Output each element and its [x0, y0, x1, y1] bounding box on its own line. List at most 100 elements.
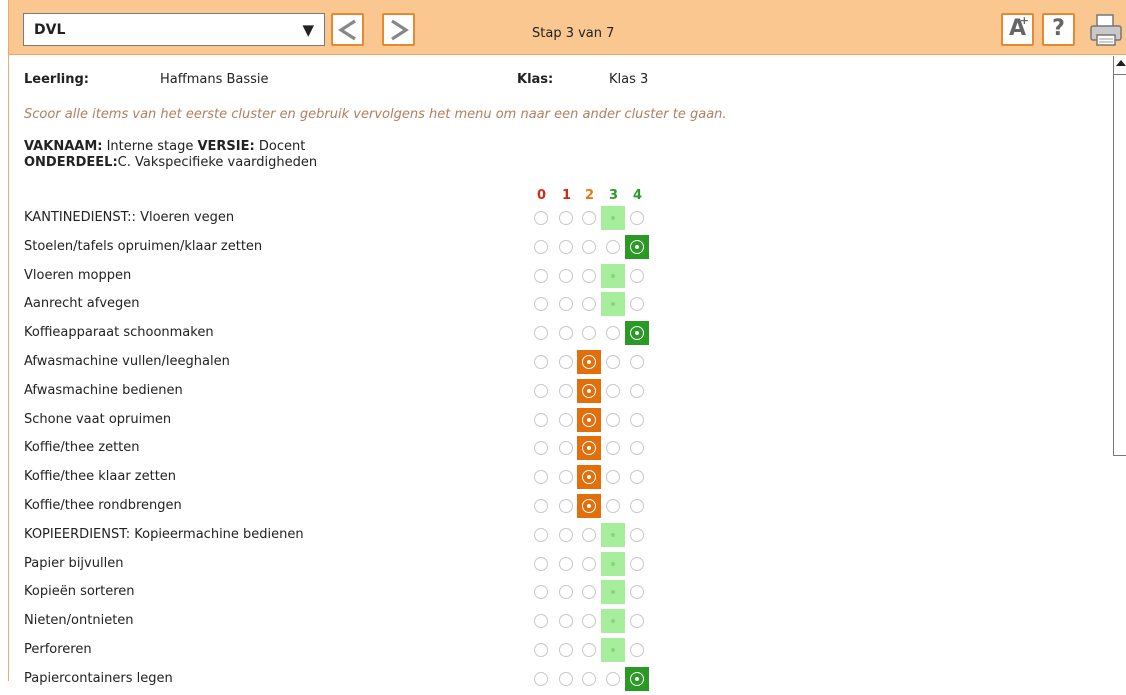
- score-option-1[interactable]: [554, 580, 578, 604]
- radio-button[interactable]: [606, 470, 620, 485]
- radio-button[interactable]: [606, 355, 620, 369]
- radio-button[interactable]: [559, 211, 573, 225]
- score-option-1[interactable]: [554, 609, 578, 633]
- radio-button[interactable]: [630, 556, 644, 571]
- score-option-1[interactable]: [554, 235, 578, 259]
- score-option-3[interactable]: [601, 436, 625, 460]
- score-option-2[interactable]: [577, 552, 601, 576]
- radio-button[interactable]: [534, 441, 548, 456]
- radio-button[interactable]: [582, 326, 596, 341]
- radio-button[interactable]: [606, 671, 620, 686]
- score-option-4[interactable]: [625, 523, 649, 547]
- score-option-1[interactable]: [554, 523, 578, 547]
- radio-button[interactable]: [630, 441, 644, 456]
- radio-button[interactable]: [534, 585, 548, 600]
- radio-button[interactable]: [582, 470, 596, 485]
- score-option-4[interactable]: [625, 465, 649, 489]
- score-option-4[interactable]: [625, 234, 649, 259]
- next-button[interactable]: [382, 13, 415, 46]
- score-option-4[interactable]: [625, 408, 649, 432]
- score-option-3[interactable]: [601, 494, 625, 518]
- score-option-0[interactable]: [529, 436, 553, 460]
- radio-button[interactable]: [606, 499, 620, 513]
- radio-button[interactable]: [582, 355, 596, 369]
- score-option-4[interactable]: [625, 379, 649, 403]
- radio-button[interactable]: [630, 326, 644, 341]
- score-option-1[interactable]: [554, 638, 578, 662]
- score-option-2[interactable]: [577, 206, 601, 230]
- score-option-1[interactable]: [554, 465, 578, 489]
- radio-button[interactable]: [630, 643, 644, 657]
- score-option-0[interactable]: [529, 465, 553, 489]
- score-option-0[interactable]: [529, 580, 553, 604]
- print-button[interactable]: [1088, 13, 1126, 49]
- score-option-0[interactable]: [529, 206, 553, 230]
- score-option-3[interactable]: [601, 292, 625, 317]
- score-option-2[interactable]: [577, 235, 601, 259]
- radio-button[interactable]: [559, 671, 573, 686]
- score-option-3[interactable]: [601, 379, 625, 403]
- radio-button[interactable]: [630, 383, 644, 398]
- radio-button[interactable]: [606, 383, 620, 398]
- radio-button[interactable]: [630, 297, 644, 312]
- radio-button[interactable]: [559, 326, 573, 341]
- radio-button[interactable]: [582, 441, 596, 456]
- score-option-2[interactable]: [577, 494, 601, 518]
- score-option-2[interactable]: [577, 321, 601, 345]
- score-option-1[interactable]: [554, 292, 578, 316]
- score-option-3[interactable]: [601, 206, 625, 230]
- score-option-4[interactable]: [625, 206, 649, 230]
- radio-button[interactable]: [534, 268, 548, 283]
- radio-button[interactable]: [582, 527, 596, 542]
- score-option-0[interactable]: [529, 638, 553, 662]
- radio-button[interactable]: [559, 268, 573, 283]
- score-option-2[interactable]: [577, 609, 601, 633]
- score-option-3[interactable]: [601, 235, 625, 259]
- radio-button[interactable]: [559, 643, 573, 657]
- radio-button[interactable]: [606, 326, 620, 341]
- score-option-3[interactable]: [601, 465, 625, 489]
- radio-button[interactable]: [582, 383, 596, 398]
- score-option-0[interactable]: [529, 408, 553, 432]
- radio-button[interactable]: [606, 441, 620, 456]
- radio-button[interactable]: [534, 671, 548, 686]
- score-option-2[interactable]: [577, 465, 601, 490]
- radio-button[interactable]: [630, 614, 644, 629]
- score-option-3[interactable]: [601, 321, 625, 345]
- score-option-0[interactable]: [529, 667, 553, 691]
- radio-button[interactable]: [630, 239, 644, 254]
- radio-button[interactable]: [582, 412, 596, 427]
- radio-button[interactable]: [534, 211, 548, 225]
- radio-button[interactable]: [630, 211, 644, 225]
- radio-button[interactable]: [606, 297, 620, 312]
- score-option-2[interactable]: [577, 580, 601, 604]
- radio-button[interactable]: [559, 412, 573, 427]
- radio-button[interactable]: [534, 614, 548, 629]
- score-option-1[interactable]: [554, 552, 578, 576]
- score-option-1[interactable]: [554, 350, 578, 374]
- radio-button[interactable]: [559, 614, 573, 629]
- radio-button[interactable]: [582, 297, 596, 312]
- radio-button[interactable]: [534, 470, 548, 485]
- radio-button[interactable]: [606, 585, 620, 600]
- score-option-1[interactable]: [554, 379, 578, 403]
- score-option-1[interactable]: [554, 408, 578, 432]
- score-option-4[interactable]: [625, 436, 649, 460]
- radio-button[interactable]: [534, 499, 548, 513]
- score-option-0[interactable]: [529, 379, 553, 403]
- score-option-3[interactable]: [601, 580, 625, 605]
- radio-button[interactable]: [606, 211, 620, 225]
- radio-button[interactable]: [534, 297, 548, 312]
- radio-button[interactable]: [534, 355, 548, 369]
- score-option-4[interactable]: [625, 609, 649, 633]
- score-option-2[interactable]: [577, 292, 601, 316]
- score-option-1[interactable]: [554, 494, 578, 518]
- radio-button[interactable]: [582, 239, 596, 254]
- font-size-button[interactable]: A +: [1001, 13, 1034, 46]
- scroll-up-icon[interactable]: [1116, 60, 1126, 66]
- radio-button[interactable]: [630, 671, 644, 686]
- radio-button[interactable]: [582, 211, 596, 225]
- score-option-3[interactable]: [601, 350, 625, 374]
- radio-button[interactable]: [630, 268, 644, 283]
- score-option-1[interactable]: [554, 321, 578, 345]
